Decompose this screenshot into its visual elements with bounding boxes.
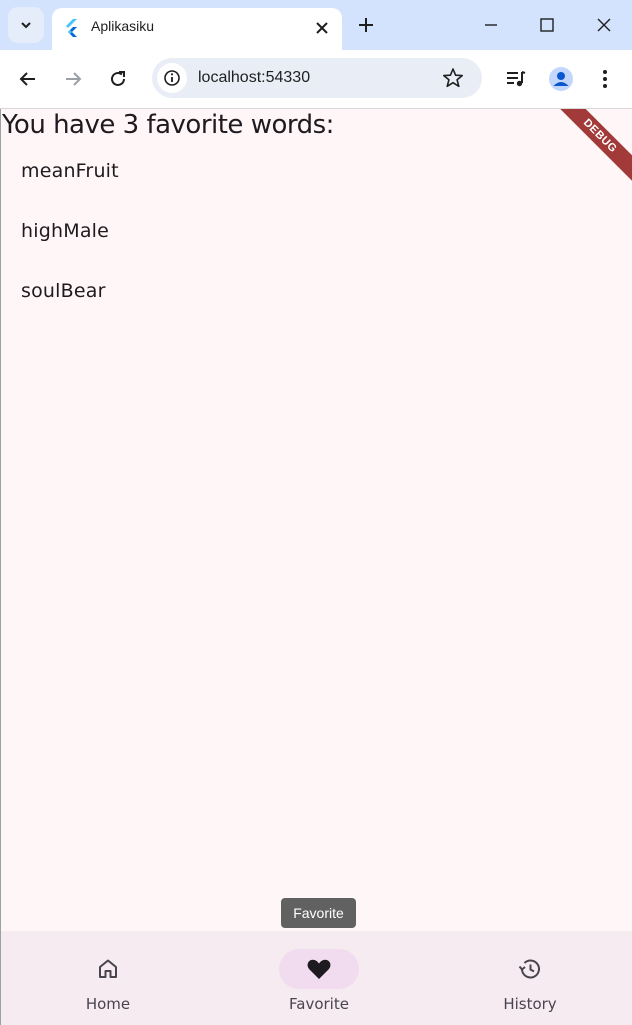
favorites-heading: You have 3 favorite words: — [2, 110, 334, 140]
browser-toolbar: localhost:54330 — [0, 50, 632, 109]
media-queue-icon — [507, 71, 526, 87]
nav-destination-home[interactable]: Home — [58, 931, 158, 1025]
info-icon — [164, 70, 180, 86]
close-tab-icon[interactable] — [312, 18, 332, 38]
address-bar[interactable]: localhost:54330 — [152, 58, 482, 98]
reload-button[interactable] — [105, 66, 131, 92]
nav-indicator — [76, 949, 140, 989]
new-tab-icon[interactable] — [356, 15, 376, 35]
favorite-word-text: soulBear — [21, 280, 106, 302]
home-icon — [99, 959, 117, 978]
heart-icon — [307, 959, 331, 979]
close-icon — [597, 18, 611, 32]
nav-indicator — [498, 949, 562, 989]
favorite-word-text: highMale — [21, 220, 110, 242]
browser-titlebar: Aplikasiku — [0, 0, 632, 50]
favorite-word-item[interactable]: meanFruit — [21, 160, 119, 182]
bookmark-star-icon[interactable] — [442, 67, 464, 89]
app-viewport: You have 3 favorite words: meanFruit hig… — [0, 109, 632, 1025]
browser-menu-button[interactable] — [592, 66, 618, 92]
history-icon — [518, 959, 540, 979]
back-arrow-icon — [19, 72, 35, 86]
nav-label-home: Home — [85, 995, 131, 1013]
avatar — [549, 67, 573, 91]
minimize-button[interactable] — [478, 12, 504, 38]
favorite-tooltip: Favorite — [281, 898, 356, 928]
maximize-button[interactable] — [534, 12, 560, 38]
debug-banner: DEBUG — [544, 109, 632, 192]
tab-title: Aplikasiku — [91, 18, 155, 34]
bottom-navigation-bar: Home Favorite History — [1, 931, 632, 1025]
site-info-button[interactable] — [157, 63, 187, 93]
nav-label-favorite: Favorite — [289, 995, 349, 1013]
maximize-icon — [540, 18, 554, 32]
nav-destination-favorite[interactable]: Favorite — [269, 931, 369, 1025]
close-window-button[interactable] — [591, 12, 617, 38]
favorite-word-item[interactable]: highMale — [21, 220, 109, 242]
more-vert-icon — [603, 70, 607, 88]
favorite-word-item[interactable]: soulBear — [21, 280, 106, 302]
url-text[interactable]: localhost:54330 — [198, 69, 310, 87]
chevron-down-icon — [21, 22, 31, 29]
profile-button[interactable] — [548, 66, 574, 92]
nav-label-history: History — [503, 995, 557, 1013]
media-controls-button[interactable] — [503, 66, 529, 92]
flutter-icon — [66, 19, 77, 37]
minimize-icon — [485, 24, 497, 26]
favorite-word-text: meanFruit — [21, 160, 119, 182]
tab-search-button[interactable] — [8, 7, 44, 43]
reload-icon — [111, 71, 125, 86]
nav-destination-history[interactable]: History — [480, 931, 580, 1025]
forward-arrow-icon — [66, 72, 82, 86]
nav-indicator-active — [279, 949, 359, 989]
back-button[interactable] — [15, 66, 41, 92]
forward-button[interactable] — [60, 66, 86, 92]
browser-tab[interactable]: Aplikasiku — [52, 8, 342, 50]
